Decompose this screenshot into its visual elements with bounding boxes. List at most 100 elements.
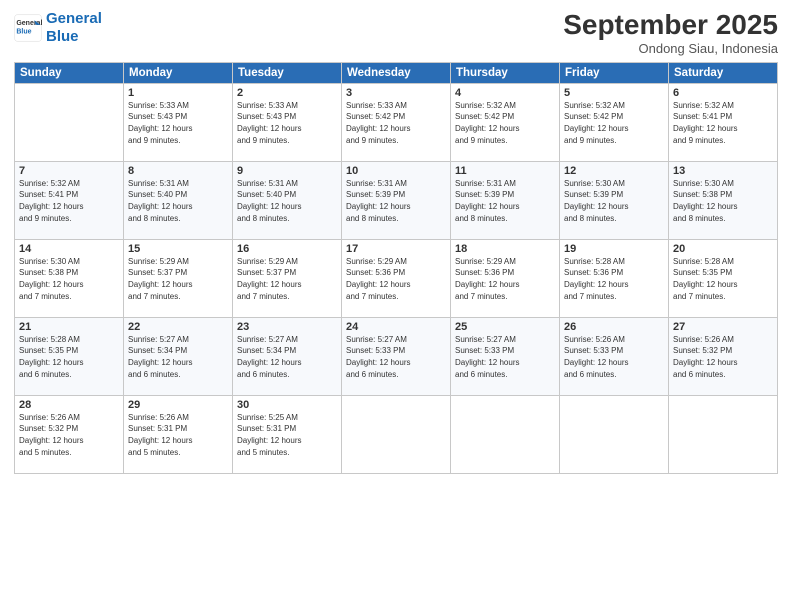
day-number: 22 (128, 321, 228, 333)
day-number: 5 (564, 87, 664, 99)
day-number: 30 (237, 399, 337, 411)
day-info: Sunrise: 5:30 AMSunset: 5:38 PMDaylight:… (673, 178, 773, 224)
day-info: Sunrise: 5:31 AMSunset: 5:40 PMDaylight:… (237, 178, 337, 224)
day-number: 24 (346, 321, 446, 333)
day-number: 4 (455, 87, 555, 99)
day-number: 8 (128, 165, 228, 177)
page-header: General Blue GeneralBlue September 2025 … (14, 10, 778, 56)
day-number: 27 (673, 321, 773, 333)
week-row-1: 1Sunrise: 5:33 AMSunset: 5:43 PMDaylight… (15, 83, 778, 161)
day-cell: 11Sunrise: 5:31 AMSunset: 5:39 PMDayligh… (451, 161, 560, 239)
day-info: Sunrise: 5:28 AMSunset: 5:36 PMDaylight:… (564, 256, 664, 302)
day-info: Sunrise: 5:26 AMSunset: 5:31 PMDaylight:… (128, 412, 228, 458)
week-row-2: 7Sunrise: 5:32 AMSunset: 5:41 PMDaylight… (15, 161, 778, 239)
day-cell (15, 83, 124, 161)
week-row-3: 14Sunrise: 5:30 AMSunset: 5:38 PMDayligh… (15, 239, 778, 317)
logo: General Blue GeneralBlue (14, 10, 102, 46)
day-info: Sunrise: 5:28 AMSunset: 5:35 PMDaylight:… (19, 334, 119, 380)
day-number: 9 (237, 165, 337, 177)
day-cell (451, 395, 560, 473)
day-cell: 1Sunrise: 5:33 AMSunset: 5:43 PMDaylight… (124, 83, 233, 161)
day-cell: 10Sunrise: 5:31 AMSunset: 5:39 PMDayligh… (342, 161, 451, 239)
week-row-4: 21Sunrise: 5:28 AMSunset: 5:35 PMDayligh… (15, 317, 778, 395)
day-cell: 9Sunrise: 5:31 AMSunset: 5:40 PMDaylight… (233, 161, 342, 239)
day-info: Sunrise: 5:26 AMSunset: 5:32 PMDaylight:… (19, 412, 119, 458)
day-info: Sunrise: 5:26 AMSunset: 5:33 PMDaylight:… (564, 334, 664, 380)
day-info: Sunrise: 5:33 AMSunset: 5:43 PMDaylight:… (128, 100, 228, 146)
day-number: 7 (19, 165, 119, 177)
day-cell: 17Sunrise: 5:29 AMSunset: 5:36 PMDayligh… (342, 239, 451, 317)
day-cell (669, 395, 778, 473)
day-number: 13 (673, 165, 773, 177)
day-number: 19 (564, 243, 664, 255)
logo-icon: General Blue (14, 14, 42, 42)
location-subtitle: Ondong Siau, Indonesia (563, 41, 778, 56)
day-info: Sunrise: 5:27 AMSunset: 5:34 PMDaylight:… (128, 334, 228, 380)
day-cell: 7Sunrise: 5:32 AMSunset: 5:41 PMDaylight… (15, 161, 124, 239)
day-info: Sunrise: 5:30 AMSunset: 5:38 PMDaylight:… (19, 256, 119, 302)
day-number: 26 (564, 321, 664, 333)
day-cell: 24Sunrise: 5:27 AMSunset: 5:33 PMDayligh… (342, 317, 451, 395)
day-info: Sunrise: 5:25 AMSunset: 5:31 PMDaylight:… (237, 412, 337, 458)
day-cell: 5Sunrise: 5:32 AMSunset: 5:42 PMDaylight… (560, 83, 669, 161)
day-info: Sunrise: 5:27 AMSunset: 5:33 PMDaylight:… (455, 334, 555, 380)
day-number: 20 (673, 243, 773, 255)
day-cell: 26Sunrise: 5:26 AMSunset: 5:33 PMDayligh… (560, 317, 669, 395)
day-cell: 20Sunrise: 5:28 AMSunset: 5:35 PMDayligh… (669, 239, 778, 317)
day-info: Sunrise: 5:26 AMSunset: 5:32 PMDaylight:… (673, 334, 773, 380)
day-number: 21 (19, 321, 119, 333)
day-number: 18 (455, 243, 555, 255)
day-cell: 12Sunrise: 5:30 AMSunset: 5:39 PMDayligh… (560, 161, 669, 239)
day-cell: 28Sunrise: 5:26 AMSunset: 5:32 PMDayligh… (15, 395, 124, 473)
day-number: 6 (673, 87, 773, 99)
day-cell (342, 395, 451, 473)
week-row-5: 28Sunrise: 5:26 AMSunset: 5:32 PMDayligh… (15, 395, 778, 473)
day-cell: 3Sunrise: 5:33 AMSunset: 5:42 PMDaylight… (342, 83, 451, 161)
day-number: 14 (19, 243, 119, 255)
day-info: Sunrise: 5:33 AMSunset: 5:42 PMDaylight:… (346, 100, 446, 146)
calendar-body: 1Sunrise: 5:33 AMSunset: 5:43 PMDaylight… (15, 83, 778, 473)
day-cell: 30Sunrise: 5:25 AMSunset: 5:31 PMDayligh… (233, 395, 342, 473)
day-info: Sunrise: 5:32 AMSunset: 5:41 PMDaylight:… (673, 100, 773, 146)
header-row: Sunday Monday Tuesday Wednesday Thursday… (15, 62, 778, 83)
day-cell: 13Sunrise: 5:30 AMSunset: 5:38 PMDayligh… (669, 161, 778, 239)
day-cell: 6Sunrise: 5:32 AMSunset: 5:41 PMDaylight… (669, 83, 778, 161)
day-info: Sunrise: 5:31 AMSunset: 5:39 PMDaylight:… (346, 178, 446, 224)
day-info: Sunrise: 5:33 AMSunset: 5:43 PMDaylight:… (237, 100, 337, 146)
day-cell: 22Sunrise: 5:27 AMSunset: 5:34 PMDayligh… (124, 317, 233, 395)
title-block: September 2025 Ondong Siau, Indonesia (563, 10, 778, 56)
day-cell: 29Sunrise: 5:26 AMSunset: 5:31 PMDayligh… (124, 395, 233, 473)
day-cell: 16Sunrise: 5:29 AMSunset: 5:37 PMDayligh… (233, 239, 342, 317)
day-info: Sunrise: 5:30 AMSunset: 5:39 PMDaylight:… (564, 178, 664, 224)
day-number: 29 (128, 399, 228, 411)
day-cell: 4Sunrise: 5:32 AMSunset: 5:42 PMDaylight… (451, 83, 560, 161)
day-cell: 8Sunrise: 5:31 AMSunset: 5:40 PMDaylight… (124, 161, 233, 239)
header-monday: Monday (124, 62, 233, 83)
day-info: Sunrise: 5:32 AMSunset: 5:41 PMDaylight:… (19, 178, 119, 224)
day-number: 15 (128, 243, 228, 255)
day-number: 28 (19, 399, 119, 411)
day-cell: 14Sunrise: 5:30 AMSunset: 5:38 PMDayligh… (15, 239, 124, 317)
header-tuesday: Tuesday (233, 62, 342, 83)
day-info: Sunrise: 5:31 AMSunset: 5:40 PMDaylight:… (128, 178, 228, 224)
day-info: Sunrise: 5:28 AMSunset: 5:35 PMDaylight:… (673, 256, 773, 302)
day-number: 2 (237, 87, 337, 99)
header-saturday: Saturday (669, 62, 778, 83)
day-cell: 25Sunrise: 5:27 AMSunset: 5:33 PMDayligh… (451, 317, 560, 395)
day-number: 16 (237, 243, 337, 255)
day-cell: 15Sunrise: 5:29 AMSunset: 5:37 PMDayligh… (124, 239, 233, 317)
day-info: Sunrise: 5:27 AMSunset: 5:33 PMDaylight:… (346, 334, 446, 380)
header-sunday: Sunday (15, 62, 124, 83)
day-number: 1 (128, 87, 228, 99)
day-info: Sunrise: 5:27 AMSunset: 5:34 PMDaylight:… (237, 334, 337, 380)
day-info: Sunrise: 5:29 AMSunset: 5:36 PMDaylight:… (455, 256, 555, 302)
day-cell: 23Sunrise: 5:27 AMSunset: 5:34 PMDayligh… (233, 317, 342, 395)
calendar-table: Sunday Monday Tuesday Wednesday Thursday… (14, 62, 778, 474)
day-number: 3 (346, 87, 446, 99)
day-info: Sunrise: 5:31 AMSunset: 5:39 PMDaylight:… (455, 178, 555, 224)
day-info: Sunrise: 5:32 AMSunset: 5:42 PMDaylight:… (455, 100, 555, 146)
day-number: 10 (346, 165, 446, 177)
day-cell: 19Sunrise: 5:28 AMSunset: 5:36 PMDayligh… (560, 239, 669, 317)
day-number: 12 (564, 165, 664, 177)
day-info: Sunrise: 5:29 AMSunset: 5:36 PMDaylight:… (346, 256, 446, 302)
